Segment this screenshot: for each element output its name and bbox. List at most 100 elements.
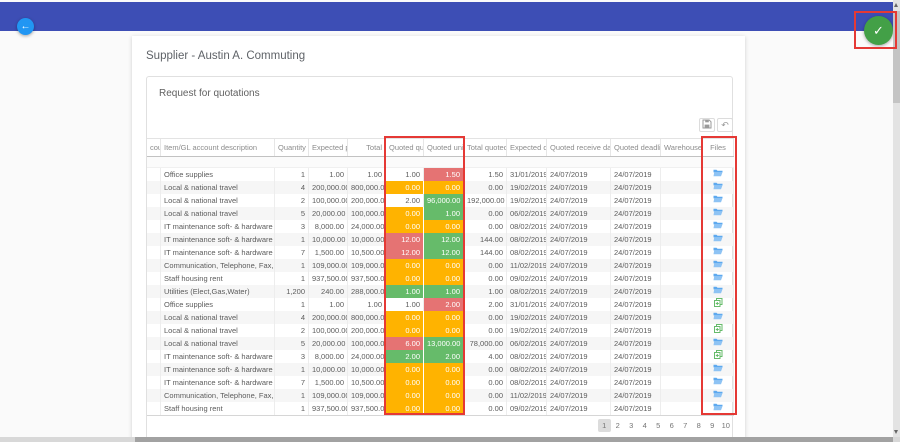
cell-q_qty[interactable]: 0.00 xyxy=(386,363,424,376)
cell-q_unit[interactable]: 1.00 xyxy=(424,207,464,220)
page-button-5[interactable]: 5 xyxy=(652,419,665,432)
col-header-q_unit[interactable]: Quoted uni... xyxy=(424,139,464,156)
col-header-deadline[interactable]: Quoted deadline xyxy=(611,139,661,156)
cell-q_qty[interactable]: 0.00 xyxy=(386,311,424,324)
page-button-2[interactable]: 2 xyxy=(612,419,625,432)
folder-open-icon[interactable] xyxy=(713,376,723,389)
cell-q_unit[interactable]: 0.00 xyxy=(424,402,464,415)
col-header-total[interactable]: Total xyxy=(348,139,386,156)
cell-q_unit[interactable]: 1.50 xyxy=(424,168,464,181)
folder-open-icon[interactable] xyxy=(713,311,723,324)
cell-q_unit[interactable]: 0.00 xyxy=(424,389,464,402)
file-copy-icon[interactable] xyxy=(713,324,723,337)
page-button-1[interactable]: 1 xyxy=(598,419,611,432)
cell-q_qty[interactable]: 0.00 xyxy=(386,324,424,337)
folder-open-icon[interactable] xyxy=(713,259,723,272)
horizontal-scrollbar[interactable] xyxy=(0,437,900,442)
cell-q_unit[interactable]: 0.00 xyxy=(424,259,464,272)
cell-q_unit[interactable]: 13,000.00 xyxy=(424,337,464,350)
cell-total_quoted: 0.00 xyxy=(464,220,507,233)
save-button[interactable] xyxy=(699,118,715,132)
cell-q_qty[interactable]: 0.00 xyxy=(386,376,424,389)
scroll-up-arrow-icon[interactable] xyxy=(894,3,898,7)
cell-q_qty[interactable]: 6.00 xyxy=(386,337,424,350)
cell-q_unit[interactable]: 2.00 xyxy=(424,350,464,363)
table-row: IT maintenance soft- & hardware 7 1,500.00… xyxy=(147,246,734,259)
folder-open-icon[interactable] xyxy=(713,233,723,246)
cell-q_qty[interactable]: 0.00 xyxy=(386,220,424,233)
cell-exp_date: 06/02/2019 xyxy=(507,207,547,220)
folder-open-icon[interactable] xyxy=(713,246,723,259)
file-copy-icon[interactable] xyxy=(713,298,723,311)
folder-open-icon[interactable] xyxy=(713,272,723,285)
folder-open-icon[interactable] xyxy=(713,389,723,402)
folder-open-icon[interactable] xyxy=(713,285,723,298)
page-button-6[interactable]: 6 xyxy=(666,419,679,432)
cell-q_qty[interactable]: 0.00 xyxy=(386,389,424,402)
folder-open-icon[interactable] xyxy=(713,181,723,194)
cell-q_unit[interactable]: 0.00 xyxy=(424,181,464,194)
cell-acct xyxy=(147,402,161,415)
folder-open-icon[interactable] xyxy=(713,207,723,220)
page-button-7[interactable]: 7 xyxy=(679,419,692,432)
col-header-q_qty[interactable]: Quoted qua... xyxy=(386,139,424,156)
col-header-qty[interactable]: Quantity xyxy=(275,139,309,156)
cell-q_unit[interactable]: 12.00 xyxy=(424,246,464,259)
scroll-down-arrow-icon[interactable] xyxy=(894,430,898,434)
undo-button[interactable]: ↶ xyxy=(717,118,733,132)
folder-open-icon[interactable] xyxy=(713,363,723,376)
cell-q_unit[interactable]: 0.00 xyxy=(424,363,464,376)
page-button-3[interactable]: 3 xyxy=(625,419,638,432)
cell-q_unit[interactable]: 12.00 xyxy=(424,233,464,246)
cell-q_qty[interactable]: 2.00 xyxy=(386,350,424,363)
page-button-9[interactable]: 9 xyxy=(706,419,719,432)
cell-q_unit[interactable]: 0.00 xyxy=(424,220,464,233)
col-header-desc[interactable]: Item/GL account description xyxy=(161,139,275,156)
vertical-scrollbar-thumb[interactable] xyxy=(893,11,900,103)
col-header-exp_date[interactable]: Expected date xyxy=(507,139,547,156)
cell-exp_price: 109,000.00 xyxy=(309,259,348,272)
folder-open-icon[interactable] xyxy=(713,220,723,233)
cell-q_qty[interactable]: 12.00 xyxy=(386,233,424,246)
col-header-warehouse[interactable]: Warehouse xyxy=(661,139,703,156)
cell-q_qty[interactable]: 0.00 xyxy=(386,402,424,415)
cell-exp_price: 8,000.00 xyxy=(309,350,348,363)
page-button-4[interactable]: 4 xyxy=(639,419,652,432)
cell-q_qty[interactable]: 0.00 xyxy=(386,272,424,285)
cell-q_unit[interactable]: 0.00 xyxy=(424,376,464,389)
cell-q_unit[interactable]: 96,000.00 xyxy=(424,194,464,207)
folder-open-icon[interactable] xyxy=(713,194,723,207)
horizontal-scrollbar-thumb[interactable] xyxy=(135,437,893,442)
cell-q_unit[interactable]: 2.00 xyxy=(424,298,464,311)
cell-q_unit[interactable]: 0.00 xyxy=(424,272,464,285)
table-row: IT maintenance soft- & hardware 1 10,000.0… xyxy=(147,233,734,246)
cell-desc: IT maintenance soft- & hardware xyxy=(161,363,275,376)
confirm-button[interactable]: ✓ xyxy=(864,16,893,45)
folder-open-icon[interactable] xyxy=(713,168,723,181)
col-header-exp_price[interactable]: Expected pr... xyxy=(309,139,348,156)
cell-q_unit[interactable]: 1.00 xyxy=(424,285,464,298)
cell-q_qty[interactable]: 12.00 xyxy=(386,246,424,259)
page-button-8[interactable]: 8 xyxy=(693,419,706,432)
page-button-10[interactable]: 10 xyxy=(720,419,733,432)
cell-q_qty[interactable]: 1.00 xyxy=(386,285,424,298)
col-header-acct[interactable]: count xyxy=(147,139,161,156)
col-header-recv_date[interactable]: Quoted receive date xyxy=(547,139,611,156)
cell-q_qty[interactable]: 0.00 xyxy=(386,181,424,194)
back-button[interactable]: ← xyxy=(17,18,34,35)
col-header-files[interactable]: Files xyxy=(703,139,734,156)
cell-q_unit[interactable]: 0.00 xyxy=(424,324,464,337)
cell-q_unit[interactable]: 0.00 xyxy=(424,311,464,324)
folder-open-icon[interactable] xyxy=(713,402,723,415)
cell-q_qty[interactable]: 0.00 xyxy=(386,207,424,220)
cell-total: 800,000.00 xyxy=(348,181,386,194)
cell-recv_date: 24/07/2019 xyxy=(547,350,611,363)
cell-desc: Local & national travel xyxy=(161,181,275,194)
cell-acct xyxy=(147,337,161,350)
grid-empty-row[interactable] xyxy=(147,157,734,168)
file-copy-icon[interactable] xyxy=(713,350,723,363)
vertical-scrollbar[interactable] xyxy=(893,0,900,437)
cell-q_qty[interactable]: 0.00 xyxy=(386,259,424,272)
col-header-total_quoted[interactable]: Total quoted xyxy=(464,139,507,156)
folder-open-icon[interactable] xyxy=(713,337,723,350)
